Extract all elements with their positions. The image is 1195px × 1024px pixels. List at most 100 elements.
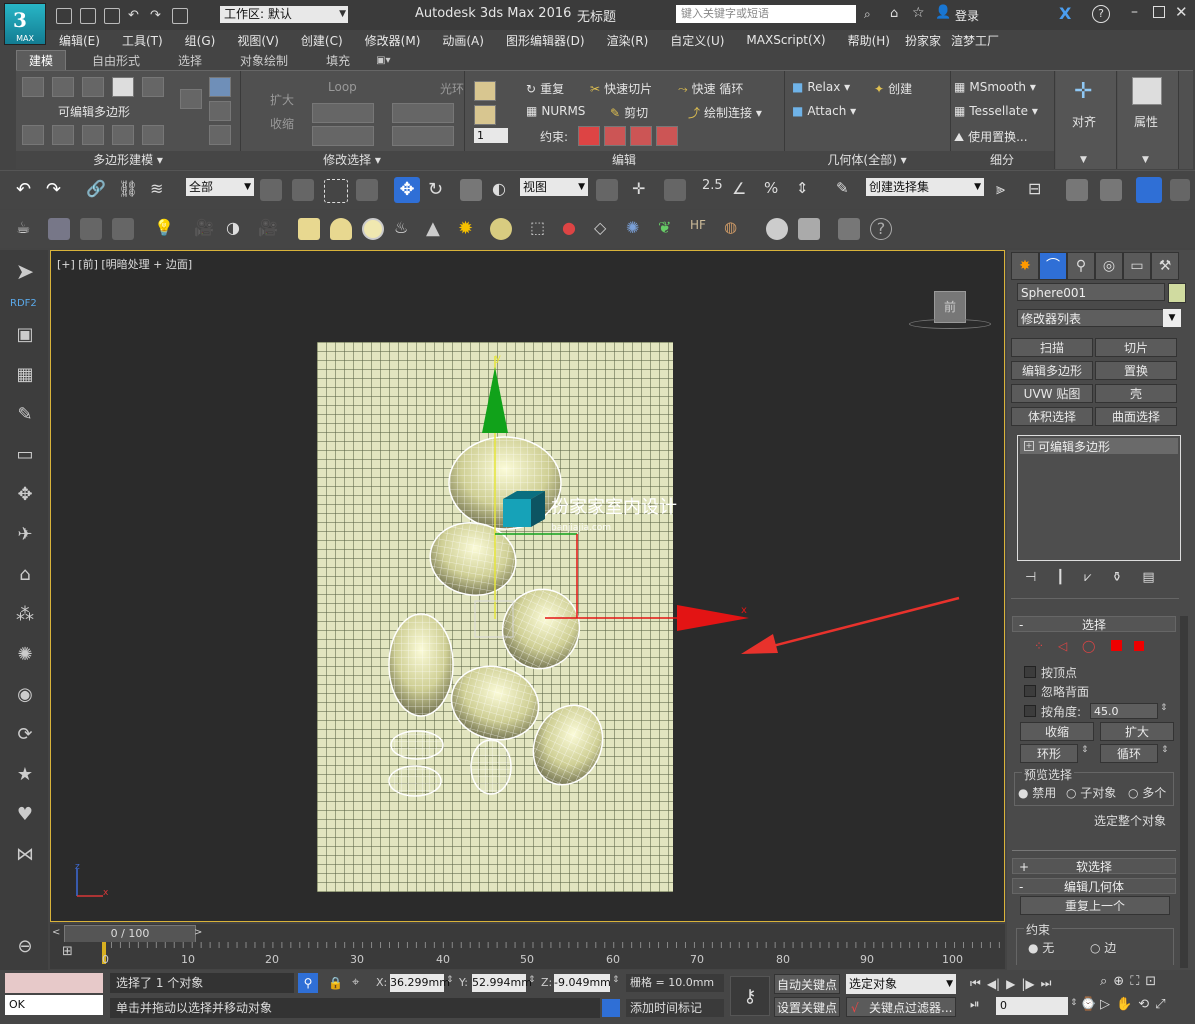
cone-light-icon[interactable]: ▲ — [426, 218, 448, 240]
mirror-icon[interactable]: ⫸ — [996, 179, 1018, 201]
motion-tab-icon[interactable]: ◎ — [1095, 252, 1123, 280]
grid-apps-icon[interactable]: ▦ — [13, 364, 37, 386]
constraint-face-icon[interactable] — [630, 126, 652, 146]
mod-shell-button[interactable]: 壳 — [1095, 384, 1177, 403]
constraint-edge-radio[interactable]: ○ 边 — [1090, 939, 1116, 956]
show-end-result-icon[interactable] — [142, 125, 164, 145]
edge-subobj-icon[interactable]: ◁ — [1057, 639, 1067, 653]
zoom-extents-all-icon[interactable]: ⊡ — [1145, 974, 1156, 989]
preserve-uv-icon[interactable] — [180, 89, 202, 109]
app-logo[interactable]: 3 MAX — [4, 3, 46, 45]
mod-slice-button[interactable]: 切片 — [1095, 338, 1177, 357]
element-subobj-icon[interactable] — [1134, 641, 1144, 651]
use-displacement-button[interactable]: ⛰ 使用置换... — [954, 128, 1028, 145]
ignore-backfacing-checkbox[interactable] — [1024, 685, 1036, 697]
select-move-icon[interactable]: ✥ — [394, 177, 420, 203]
select-scale-icon[interactable] — [460, 179, 482, 201]
tab-populate[interactable]: 填充 — [314, 51, 362, 70]
shrink-button[interactable]: 收缩 — [1020, 722, 1094, 741]
tessellate-button[interactable]: ▦ Tessellate ▾ — [954, 104, 1038, 118]
search-input[interactable]: 键入关键字或短语 — [676, 5, 856, 23]
use-soft-selection-icon[interactable] — [209, 77, 231, 97]
select-by-name-icon[interactable] — [292, 179, 314, 201]
egg-5[interactable] — [443, 657, 547, 749]
panel-title-modify-selection[interactable]: 修改选择 ▾ — [240, 151, 464, 169]
menu-tools[interactable]: 工具(T) — [111, 32, 174, 49]
link-icon[interactable]: 🔗 — [86, 179, 108, 201]
snaps-toggle-icon[interactable]: 2.5 — [702, 178, 723, 193]
render-setup-icon[interactable] — [80, 218, 102, 240]
iterations-spinner[interactable]: 1 — [474, 128, 508, 143]
teapot-icon[interactable]: ☕ — [16, 218, 38, 240]
time-slider[interactable]: < 0 / 100 > — [50, 924, 1005, 943]
object-color-swatch[interactable] — [1168, 283, 1186, 303]
mod-surfselect-button[interactable]: 曲面选择 — [1095, 407, 1177, 426]
project-folder-icon[interactable] — [172, 8, 188, 24]
loop-spinner-arrows[interactable]: ⇕ — [1161, 745, 1169, 755]
panel-title-poly-modeling[interactable]: 多边形建模 ▾ — [16, 151, 240, 169]
shrink-ring-icon[interactable] — [392, 126, 454, 146]
absolute-mode-icon[interactable]: ⌖ — [352, 975, 359, 990]
grow-button[interactable]: 扩大 — [1100, 722, 1174, 741]
pan-icon[interactable]: ✋ — [1116, 997, 1132, 1012]
panel-align[interactable]: ✛ 对齐 ▼ — [1056, 71, 1117, 169]
grow-loop-icon[interactable] — [312, 103, 374, 123]
open-file-icon[interactable] — [80, 8, 96, 24]
isolate-icon[interactable]: ⚲ — [298, 973, 318, 993]
preview-multi-radio[interactable]: ○ 多个 — [1128, 784, 1166, 801]
prev-modifier-icon[interactable] — [52, 125, 74, 145]
panel-properties[interactable]: 属性 ▼ — [1118, 71, 1179, 169]
proxy-icon[interactable]: ⬚ — [530, 218, 552, 240]
settings-sun-icon[interactable]: ✺ — [13, 644, 37, 666]
properties-dropdown-icon[interactable]: ▼ — [1142, 155, 1149, 165]
set-key-button[interactable]: 设置关键点 — [774, 997, 840, 1017]
panel-title-geometry[interactable]: 几何体(全部) ▾ — [784, 151, 950, 169]
menu-graph-editors[interactable]: 图形编辑器(D) — [495, 32, 596, 49]
grow-button[interactable]: 扩大 — [270, 91, 294, 108]
menu-maxscript[interactable]: MAXScript(X) — [735, 33, 836, 47]
binoculars-icon[interactable]: ⌕ — [864, 7, 871, 22]
ring-spinner-arrows[interactable]: ⇕ — [1081, 745, 1089, 755]
angle-spinner-arrows[interactable]: ⇕ — [1160, 703, 1168, 713]
constraint-normal-icon[interactable] — [656, 126, 678, 146]
go-to-start-icon[interactable]: ⏮ — [970, 976, 981, 991]
zoom-all-icon[interactable]: ⊕ — [1113, 974, 1124, 989]
ribbon-options-icon[interactable]: ▣▾ — [376, 55, 390, 66]
unlink-icon[interactable]: ⛓ — [118, 179, 140, 201]
tab-selection[interactable]: 选择 — [166, 51, 214, 70]
sky-icon[interactable] — [490, 218, 512, 240]
field-of-view-icon[interactable]: ▷ — [1100, 997, 1110, 1012]
key-mode-toggle-icon[interactable]: ⏯ — [970, 997, 980, 1012]
menu-edit[interactable]: 编辑(E) — [48, 32, 111, 49]
edit-geometry-rollout-header[interactable]: - 编辑几何体 — [1012, 878, 1176, 894]
material-ball-icon[interactable] — [766, 218, 788, 240]
modules-icon[interactable]: ⁂ — [13, 604, 37, 626]
menu-modifiers[interactable]: 修改器(M) — [354, 32, 432, 49]
play-icon[interactable]: ▶ — [1006, 977, 1015, 991]
maximize-viewport-icon[interactable]: ⤢ — [1155, 997, 1165, 1012]
plane-light-icon[interactable] — [298, 218, 320, 240]
favorites-icon[interactable]: ☆ — [912, 5, 925, 21]
loop-button[interactable]: Loop — [328, 80, 357, 94]
mod-displace-button[interactable]: 置换 — [1095, 361, 1177, 380]
reference-coord-select[interactable]: 视图 ▼ — [520, 178, 588, 196]
go-to-end-icon[interactable]: ⏭ — [1041, 976, 1052, 991]
rdf-logo-icon[interactable]: ➤ — [13, 262, 37, 284]
cut-button[interactable]: ✎ 剪切 — [610, 104, 648, 121]
exchange-icon[interactable]: X — [1059, 4, 1071, 23]
select-rotate-icon[interactable]: ↻ — [428, 179, 450, 201]
next-frame-icon[interactable]: > — [194, 926, 206, 940]
close-button[interactable]: ✕ — [1175, 3, 1188, 21]
object-name-field[interactable]: Sphere001 — [1017, 283, 1165, 301]
polygon-subobj-icon[interactable] — [1111, 640, 1122, 651]
frame-spinner-arrows[interactable]: ⇕ — [1070, 998, 1078, 1008]
by-angle-checkbox[interactable] — [1024, 705, 1036, 717]
heart-icon[interactable]: ♥ — [13, 804, 37, 826]
share-icon[interactable]: ⋈ — [13, 844, 37, 866]
select-manipulate-icon[interactable]: ✛ — [632, 179, 654, 201]
align-dropdown-icon[interactable]: ▼ — [1080, 155, 1087, 165]
dome-light-icon[interactable]: ◑ — [226, 218, 248, 240]
edit-icon[interactable]: ✎ — [13, 404, 37, 426]
expand-icon[interactable]: + — [1024, 441, 1034, 451]
menu-xuanmeng[interactable]: 渲梦工厂 — [945, 32, 1005, 49]
